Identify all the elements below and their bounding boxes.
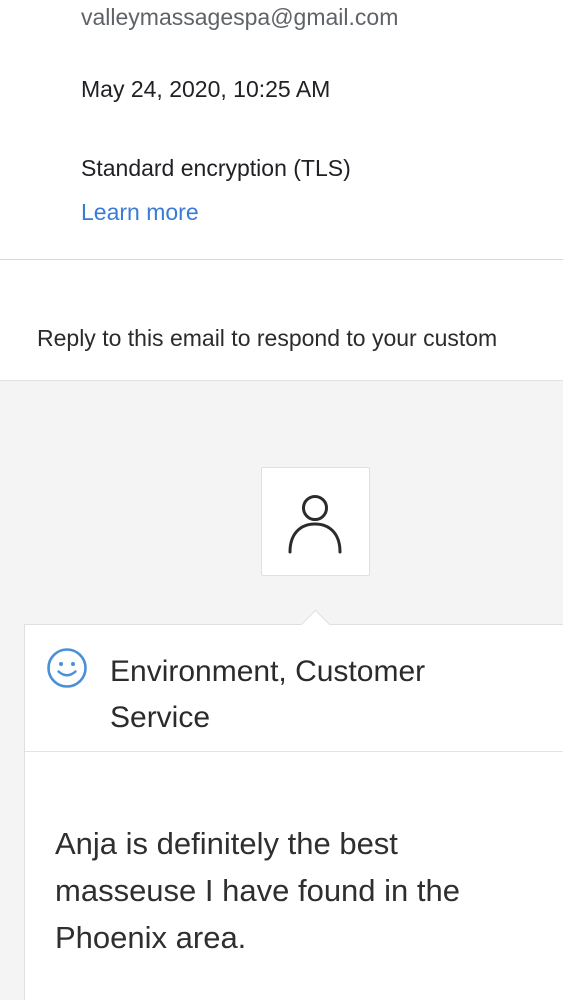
email-details-panel: valleymassagespa@gmail.com May 24, 2020,… — [0, 0, 563, 260]
review-card: Environment, Customer Service Anja is de… — [24, 609, 563, 1000]
person-icon — [288, 495, 342, 554]
reply-banner-text: Reply to this email to respond to your c… — [37, 325, 498, 351]
review-section: Environment, Customer Service Anja is de… — [0, 381, 563, 1000]
sender-address: valleymassagespa@gmail.com — [81, 4, 399, 30]
review-card-header: Environment, Customer Service — [25, 625, 563, 752]
review-text: Anja is definitely the best masseuse I h… — [55, 826, 460, 955]
encryption-status: Standard encryption (TLS) — [81, 155, 351, 181]
reviewer-avatar — [261, 467, 370, 576]
review-categories: Environment, Customer Service — [110, 655, 426, 734]
email-date: May 24, 2020, 10:25 AM — [81, 76, 331, 102]
smiley-icon — [47, 648, 87, 688]
learn-more-link[interactable]: Learn more — [81, 199, 199, 226]
reply-banner: Reply to this email to respond to your c… — [0, 260, 563, 381]
